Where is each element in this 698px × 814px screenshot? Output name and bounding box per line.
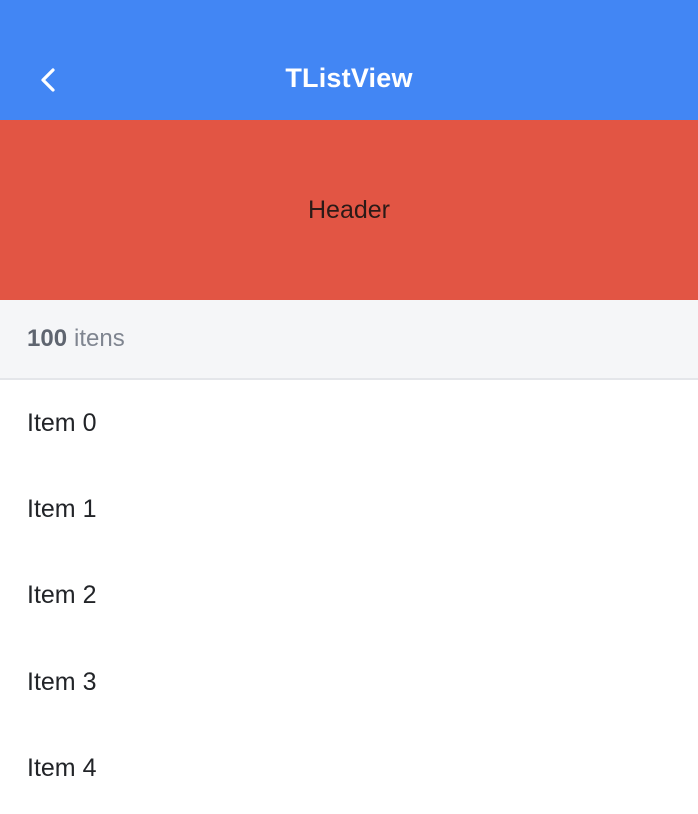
list-item[interactable]: Item 3 [0, 639, 698, 725]
item-list: Item 0 Item 1 Item 2 Item 3 Item 4 [0, 380, 698, 812]
header-label: Header [308, 195, 390, 224]
list-header: Header [0, 120, 698, 300]
list-item-label: Item 1 [27, 495, 97, 524]
list-item-label: Item 3 [27, 667, 97, 696]
app-bar: TListView [0, 0, 698, 120]
back-button[interactable] [30, 60, 66, 100]
list-item-label: Item 4 [27, 754, 97, 783]
list-item-label: Item 2 [27, 581, 97, 610]
list-item[interactable]: Item 4 [0, 726, 698, 812]
chevron-left-icon [41, 68, 55, 92]
list-item[interactable]: Item 2 [0, 553, 698, 639]
item-count-number: 100 [27, 325, 68, 352]
page-title: TListView [285, 63, 413, 93]
item-count-suffix: itens [74, 325, 125, 352]
list-item[interactable]: Item 1 [0, 466, 698, 552]
item-count-bar: 100 itens [0, 300, 698, 380]
list-item[interactable]: Item 0 [0, 380, 698, 466]
list-item-label: Item 0 [27, 408, 97, 437]
